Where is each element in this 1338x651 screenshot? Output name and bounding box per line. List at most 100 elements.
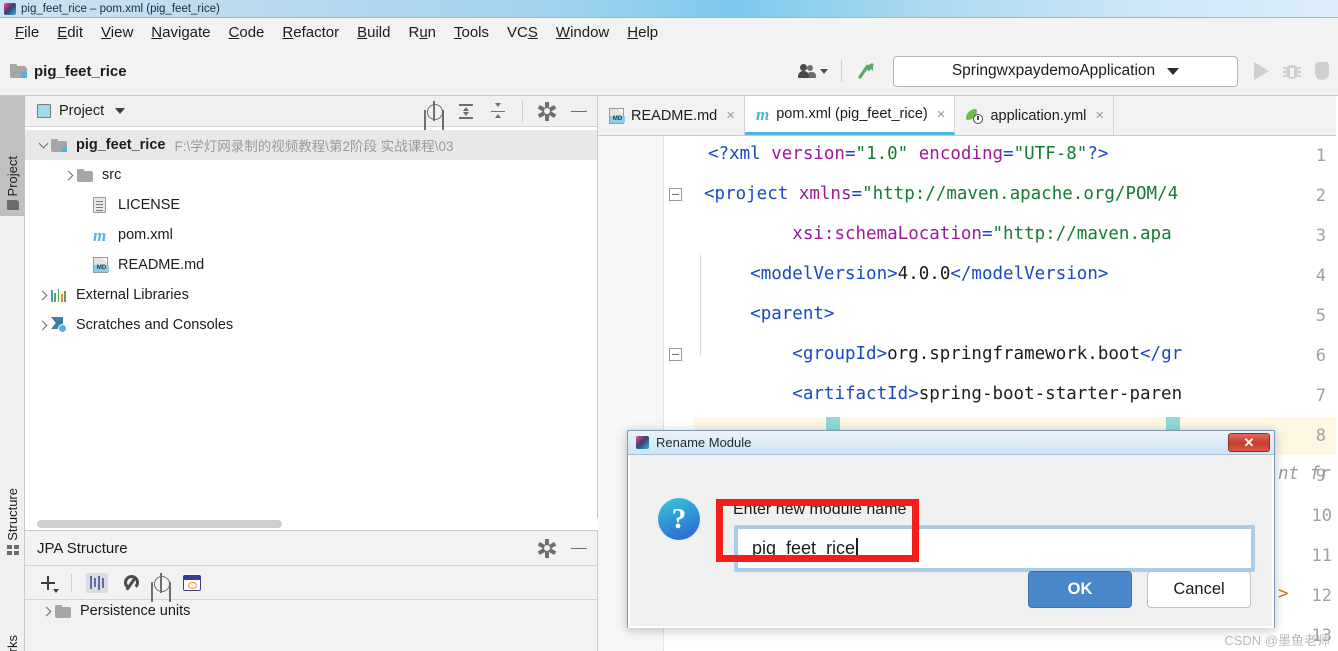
people-icon bbox=[798, 64, 816, 78]
sidebar-item-structure[interactable]: Structure bbox=[0, 436, 25, 561]
columns-icon[interactable] bbox=[86, 572, 108, 593]
line-number: 11 bbox=[1311, 546, 1332, 566]
tree-item-pom-xml[interactable]: m pom.xml bbox=[25, 220, 597, 250]
menu-item-file[interactable]: File bbox=[6, 22, 48, 43]
module-folder-icon bbox=[51, 138, 71, 152]
scrollbar-thumb[interactable] bbox=[37, 520, 282, 528]
chevron-right-icon[interactable] bbox=[39, 606, 55, 616]
run-configuration-selector[interactable]: SpringwxpaydemoApplication bbox=[893, 55, 1238, 87]
menu-item-navigate[interactable]: Navigate bbox=[142, 22, 219, 43]
tree-item-scratches-and-consoles[interactable]: Scratches and Consoles bbox=[25, 310, 597, 340]
menu-item-tools[interactable]: Tools bbox=[445, 22, 498, 43]
line-number: 5 bbox=[1315, 306, 1326, 326]
chevron-right-icon[interactable] bbox=[61, 170, 77, 180]
project-panel-title: Project bbox=[59, 103, 105, 119]
jpa-tree-item-label: Persistence units bbox=[80, 603, 191, 619]
locate-target-icon[interactable] bbox=[152, 572, 170, 593]
menu-item-edit[interactable]: Edit bbox=[48, 22, 92, 43]
vcs-update-button[interactable] bbox=[848, 56, 884, 86]
tree-item-src[interactable]: src bbox=[25, 160, 597, 190]
menu-item-run[interactable]: Run bbox=[399, 22, 445, 43]
menu-item-help[interactable]: Help bbox=[618, 22, 667, 43]
chevron-down-icon[interactable] bbox=[115, 108, 126, 114]
locate-target-icon[interactable] bbox=[425, 101, 443, 121]
tree-item-pig-feet-rice[interactable]: pig_feet_rice F:\学灯网录制的视频教程\第2阶段 实战课程\03 bbox=[25, 130, 597, 160]
menu-item-view[interactable]: View bbox=[92, 22, 142, 43]
close-icon[interactable]: ✕ bbox=[1228, 433, 1270, 452]
fold-marker-icon[interactable] bbox=[669, 348, 682, 361]
jpa-panel-title: JPA Structure bbox=[37, 539, 128, 557]
ok-button[interactable]: OK bbox=[1028, 571, 1132, 608]
menu-item-vcs[interactable]: VCS bbox=[498, 22, 547, 43]
menu-item-build[interactable]: Build bbox=[348, 22, 399, 43]
debug-button[interactable] bbox=[1276, 56, 1308, 86]
line-number: 4 bbox=[1315, 266, 1326, 286]
code-line-fragment: > bbox=[1278, 584, 1289, 604]
tree-item-label: pig_feet_rice bbox=[76, 137, 166, 153]
watermark: CSDN @墨鱼老师 bbox=[1224, 633, 1330, 648]
tree-item-label: README.md bbox=[118, 257, 205, 273]
sidebar-item-bookmarks[interactable]: arks bbox=[0, 606, 25, 651]
code-line-5: <parent> bbox=[750, 304, 835, 324]
project-panel-horizontal-scrollbar[interactable] bbox=[25, 518, 598, 530]
toolbar-divider bbox=[841, 60, 842, 82]
fold-marker-icon[interactable] bbox=[669, 188, 682, 201]
project-tool-window: Project pig_feet_rice F:\学灯网录制的视频教程\第2阶段… bbox=[25, 96, 598, 530]
code-line-1: <?xml version="1.0" encoding="UTF-8"?> bbox=[708, 144, 1109, 164]
folder-icon bbox=[55, 604, 75, 618]
chevron-right-icon[interactable] bbox=[35, 320, 51, 330]
hide-panel-icon[interactable] bbox=[570, 539, 588, 557]
tab-label: pom.xml (pig_feet_rice) bbox=[776, 106, 928, 122]
line-number: 6 bbox=[1315, 346, 1326, 366]
menu-item-refactor[interactable]: Refactor bbox=[273, 22, 348, 43]
jpa-structure-tool-window: JPA Structure Persistence units bbox=[25, 530, 598, 651]
project-panel-toolbar bbox=[425, 100, 588, 122]
annotation-highlight-box bbox=[716, 499, 919, 562]
add-icon[interactable] bbox=[39, 574, 59, 593]
markdown-file-icon: MD bbox=[609, 107, 625, 124]
dialog-button-row: OK Cancel bbox=[1028, 571, 1251, 608]
tree-item-label: pom.xml bbox=[118, 227, 173, 243]
code-line-7: <artifactId>spring-boot-starter-paren bbox=[792, 384, 1183, 404]
line-number: 10 bbox=[1311, 506, 1332, 526]
dialog-title: Rename Module bbox=[656, 435, 752, 450]
tree-item-external-libraries[interactable]: External Libraries bbox=[25, 280, 597, 310]
chevron-right-icon[interactable] bbox=[35, 290, 51, 300]
collapse-all-icon[interactable] bbox=[489, 102, 507, 120]
people-button[interactable] bbox=[791, 56, 835, 86]
coverage-button[interactable] bbox=[1308, 56, 1336, 86]
close-icon[interactable]: × bbox=[726, 107, 735, 124]
hide-panel-icon[interactable] bbox=[570, 102, 588, 120]
code-line-6: <groupId>org.springframework.boot</gr bbox=[792, 344, 1183, 364]
chevron-down-icon[interactable] bbox=[35, 138, 51, 149]
scratches-icon bbox=[51, 317, 71, 333]
code-line-2: <project xmlns="http://maven.apache.org/… bbox=[704, 184, 1179, 204]
run-button[interactable] bbox=[1247, 56, 1276, 86]
run-configuration-label: SpringwxpaydemoApplication bbox=[951, 62, 1156, 79]
tab-pom-xml[interactable]: m pom.xml (pig_feet_rice) × bbox=[744, 96, 956, 135]
project-view-icon bbox=[37, 104, 51, 118]
project-tree: pig_feet_rice F:\学灯网录制的视频教程\第2阶段 实战课程\03… bbox=[25, 127, 597, 340]
close-icon[interactable]: × bbox=[1095, 107, 1104, 124]
intellij-idea-icon bbox=[4, 2, 16, 15]
tree-item-label: LICENSE bbox=[118, 197, 181, 213]
sidebar-item-project[interactable]: Project bbox=[0, 96, 25, 216]
menu-item-window[interactable]: Window bbox=[547, 22, 618, 43]
window-title: pig_feet_rice – pom.xml (pig_feet_rice) bbox=[21, 2, 220, 15]
jpa-tree-item-persistence-units[interactable]: Persistence units bbox=[25, 600, 597, 622]
line-number: 1 bbox=[1315, 146, 1326, 166]
tree-item-readme-md[interactable]: MD README.md bbox=[25, 250, 597, 280]
settings-gear-icon[interactable] bbox=[537, 102, 557, 120]
tab-readme-md[interactable]: MD README.md × bbox=[598, 96, 745, 135]
cancel-button[interactable]: Cancel bbox=[1147, 571, 1251, 608]
close-icon[interactable]: × bbox=[937, 106, 946, 123]
settings-gear-icon[interactable] bbox=[537, 539, 557, 557]
tree-item-license[interactable]: LICENSE bbox=[25, 190, 597, 220]
console-icon[interactable] bbox=[183, 574, 201, 591]
wrench-icon[interactable] bbox=[121, 574, 139, 592]
dialog-title-bar: Rename Module ✕ bbox=[628, 431, 1274, 455]
tab-application-yml[interactable]: application.yml × bbox=[955, 96, 1115, 135]
line-number: 8 bbox=[1315, 426, 1326, 446]
menu-item-code[interactable]: Code bbox=[220, 22, 274, 43]
expand-all-icon[interactable] bbox=[457, 102, 475, 120]
